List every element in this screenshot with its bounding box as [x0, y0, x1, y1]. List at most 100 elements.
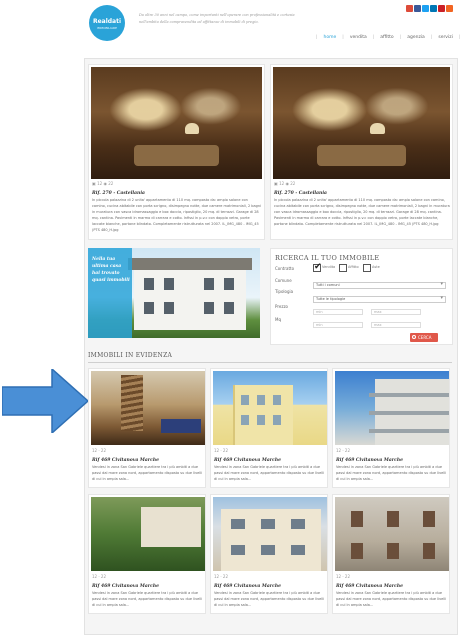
- nav-item-affitto[interactable]: affitto: [380, 35, 393, 40]
- window-shape: [257, 415, 265, 425]
- listing-photo[interactable]: [213, 371, 327, 445]
- hero-banner[interactable]: Nella tua ultima casa hai trovato quasi …: [88, 248, 260, 338]
- listing-title[interactable]: Rif 469 Civitanova Marche: [92, 458, 159, 463]
- comune-label: Comune: [275, 278, 292, 283]
- camera-icon: ▣: [274, 181, 278, 186]
- pinterest-icon[interactable]: [438, 5, 445, 12]
- listing-card[interactable]: 12 · 22 Rif 469 Civitanova Marche Vendes…: [88, 368, 206, 488]
- listing-photo[interactable]: [213, 497, 327, 571]
- listing-title[interactable]: Rif 469 Civitanova Marche: [336, 584, 403, 589]
- listing-card[interactable]: 12 · 22 Rif 469 Civitanova Marche Vendes…: [88, 494, 206, 614]
- listing-card[interactable]: 12 · 22 Rif 469 Civitanova Marche Vendes…: [332, 368, 450, 488]
- mq-max-input[interactable]: max: [371, 322, 421, 328]
- photo-stats: 12 · 22: [336, 574, 350, 579]
- listing-photo[interactable]: [335, 497, 449, 571]
- search-box: RICERCA IL TUO IMMOBILE Contratto Vendit…: [270, 248, 453, 345]
- mq-label: Mq: [275, 317, 281, 322]
- listing-photo[interactable]: [91, 497, 205, 571]
- property-description: In piccola palazzina di 2 unita' apparta…: [274, 198, 450, 226]
- nav-item-vendita[interactable]: vendita: [350, 35, 367, 40]
- search-title: RICERCA IL TUO IMMOBILE: [275, 254, 380, 262]
- nav-item-home[interactable]: home: [324, 35, 337, 40]
- photo-stats: ▣ 12 ◉ 22: [274, 181, 296, 186]
- checkbox-aste[interactable]: [363, 264, 371, 272]
- mq-min-input[interactable]: min: [313, 322, 363, 328]
- window-shape: [261, 545, 275, 555]
- listing-title[interactable]: Rif 469 Civitanova Marche: [214, 458, 281, 463]
- window-shape: [387, 543, 399, 559]
- facebook-icon[interactable]: [414, 5, 421, 12]
- window-shape: [224, 278, 234, 290]
- property-photo[interactable]: [91, 67, 262, 179]
- site-slogan: Da oltre 30 anni nel campo, come importa…: [139, 13, 295, 24]
- photo-stats: 12 · 22: [336, 448, 350, 453]
- window-shape: [273, 395, 281, 405]
- comune-select[interactable]: Tutti i comuni: [313, 282, 446, 289]
- window-shape: [144, 302, 154, 314]
- window-shape: [204, 278, 214, 290]
- social-links: [406, 5, 453, 12]
- nav-item-agenzia[interactable]: agenzia: [407, 35, 425, 40]
- property-photo[interactable]: [273, 67, 450, 179]
- listing-card[interactable]: 12 · 22 Rif 469 Civitanova Marche Vendes…: [210, 368, 328, 488]
- nav-separator: |: [458, 35, 461, 40]
- window-shape: [224, 302, 234, 314]
- prezzo-min-input[interactable]: min: [313, 309, 363, 315]
- photo-stats: 12 · 22: [214, 574, 228, 579]
- logo-text: Realdati: [92, 18, 122, 25]
- nav-separator: |: [372, 35, 375, 40]
- listing-title[interactable]: Rif 469 Civitanova Marche: [214, 584, 281, 589]
- listing-card[interactable]: 12 · 22 Rif 469 Civitanova Marche Vendes…: [332, 494, 450, 614]
- photo-stats: 12 · 22: [214, 448, 228, 453]
- lamp-shape: [370, 123, 385, 135]
- nav-separator: |: [342, 35, 344, 40]
- window-shape: [144, 278, 154, 290]
- nav-separator: |: [316, 35, 318, 40]
- contract-label: Contratto: [275, 266, 295, 271]
- property-title[interactable]: Rif. 270 - Castellania: [274, 191, 327, 196]
- property-description: In piccola palazzina di 2 unita' apparta…: [92, 198, 262, 232]
- listing-title[interactable]: Rif 469 Civitanova Marche: [92, 584, 159, 589]
- twitter-icon[interactable]: [422, 5, 429, 12]
- hero-overlay: Nella tua ultima casa hai trovato quasi …: [88, 248, 132, 338]
- listing-title[interactable]: Rif 469 Civitanova Marche: [336, 458, 403, 463]
- featured-card[interactable]: ▣ 12 ◉ 22 Rif. 270 - Castellania In picc…: [270, 64, 453, 240]
- photo-stats: ▣ 12 ◉ 22: [92, 181, 114, 186]
- window-shape: [241, 395, 249, 405]
- window-shape: [291, 545, 305, 555]
- featured-card[interactable]: ▣ 12 ◉ 22 Rif. 270 - Castellania In picc…: [88, 64, 265, 240]
- window-shape: [231, 519, 245, 529]
- checkbox-affitto[interactable]: [339, 264, 347, 272]
- google-plus-icon[interactable]: [406, 5, 413, 12]
- window-shape: [423, 543, 435, 559]
- window-shape: [257, 395, 265, 405]
- property-title[interactable]: Rif. 270 - Castellania: [92, 191, 145, 196]
- listing-photo[interactable]: [91, 371, 205, 445]
- listing-description: Vendesi in zona San Gabriele quartiere t…: [336, 465, 447, 481]
- window-shape: [273, 415, 281, 425]
- listing-card[interactable]: 12 · 22 Rif 469 Civitanova Marche Vendes…: [210, 494, 328, 614]
- option-affitto: Affitto: [348, 265, 359, 269]
- nav-separator: |: [430, 35, 433, 40]
- site-logo[interactable]: Realdati IMMOBILIARE: [89, 5, 125, 41]
- window-shape: [241, 415, 249, 425]
- house-illustration: [128, 258, 252, 330]
- search-button[interactable]: CERCA: [410, 333, 438, 342]
- listing-description: Vendesi in zona San Gabriele quartiere t…: [92, 591, 203, 607]
- prezzo-max-input[interactable]: max: [371, 309, 421, 315]
- nav-item-servizi[interactable]: servizi: [438, 35, 453, 40]
- window-shape: [164, 278, 174, 290]
- rss-icon[interactable]: [446, 5, 453, 12]
- window-shape: [351, 511, 363, 527]
- checkbox-vendita[interactable]: [313, 262, 322, 272]
- listing-description: Vendesi in zona San Gabriele quartiere t…: [214, 591, 325, 607]
- tipologia-select[interactable]: Tutte le tipologie: [313, 296, 446, 303]
- window-shape: [351, 543, 363, 559]
- window-shape: [261, 519, 275, 529]
- stairs-shape: [121, 375, 143, 431]
- rug-shape: [133, 145, 220, 166]
- roof-shape: [128, 258, 252, 270]
- listing-photo[interactable]: [335, 371, 449, 445]
- linkedin-icon[interactable]: [430, 5, 437, 12]
- listing-description: Vendesi in zona San Gabriele quartiere t…: [214, 465, 325, 481]
